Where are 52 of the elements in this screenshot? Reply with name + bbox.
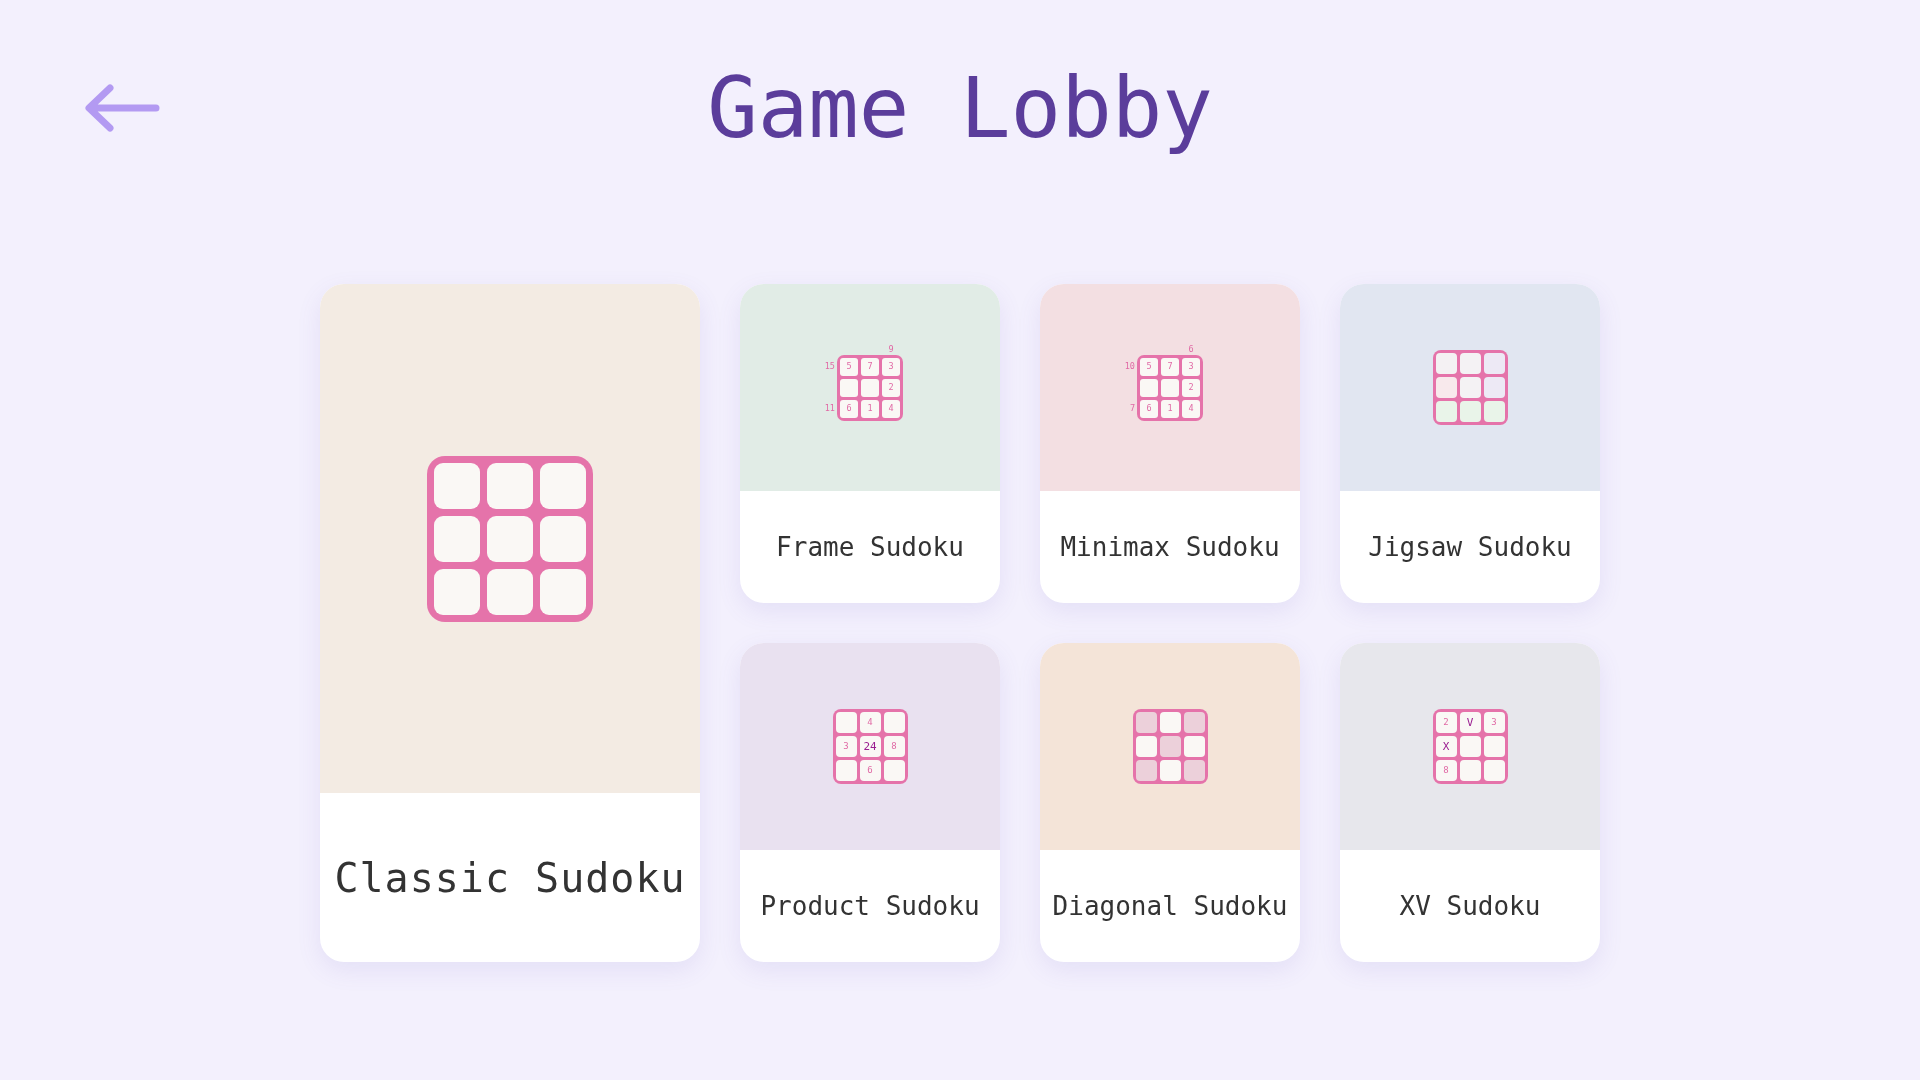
grid-cell: 3: [882, 357, 900, 376]
grid-cell: [883, 712, 905, 733]
grid-cell: 2: [1182, 378, 1200, 397]
grid-cell: 4: [859, 712, 881, 733]
grid-cell: 8: [1435, 760, 1457, 781]
page-title: Game Lobby: [707, 60, 1213, 156]
grid-cell: 3: [1182, 357, 1200, 376]
grid-cell: [1483, 736, 1505, 757]
grid-cell: 4: [1182, 399, 1200, 418]
clue-number: 11: [824, 404, 835, 413]
sudoku-grid-icon: [427, 455, 593, 622]
clue-number: 15: [824, 362, 835, 371]
grid-cell: [835, 760, 857, 781]
grid-cell: 7: [861, 357, 879, 376]
grid-cell: 6: [1140, 399, 1158, 418]
grid-cell: [1161, 378, 1179, 397]
game-card[interactable]: 9 15 11 5 7 3 2 6 1 4 Frame Sudoku: [740, 284, 1000, 603]
grid-cell: 4: [882, 399, 900, 418]
grid-cell: [861, 378, 879, 397]
grid-cell: [883, 760, 905, 781]
game-card[interactable]: Classic Sudoku: [320, 284, 700, 962]
grid-cell: [1483, 760, 1505, 781]
game-card[interactable]: 2 V 3 X 8 XV Sudoku: [1340, 643, 1600, 962]
grid-cell: V: [1459, 712, 1481, 733]
game-card[interactable]: 6 10 7 5 7 3 2 6 1 4 Minimax Sudoku: [1040, 284, 1300, 603]
arrow-left-icon: [84, 83, 160, 133]
game-card[interactable]: Jigsaw Sudoku: [1340, 284, 1600, 603]
grid-cell: 5: [840, 357, 858, 376]
grid-cell: 7: [1161, 357, 1179, 376]
grid-cell: [835, 712, 857, 733]
grid-cell: [1459, 760, 1481, 781]
grid-cell: 6: [840, 399, 858, 418]
grid-cell: 6: [859, 760, 881, 781]
grid-cell: X: [1435, 736, 1457, 757]
game-card[interactable]: 4 3 24 8 6 Product Sudoku: [740, 643, 1000, 962]
grid-cell: 1: [861, 399, 879, 418]
clue-number: 6: [1188, 345, 1194, 354]
grid-cell: 24: [859, 736, 881, 757]
clue-number: 9: [888, 345, 894, 354]
clue-number: 7: [1129, 404, 1135, 413]
grid-cell: 2: [882, 378, 900, 397]
grid-cell: 3: [835, 736, 857, 757]
grid-cell: 3: [1483, 712, 1505, 733]
clue-number: 10: [1124, 362, 1135, 371]
grid-cell: 1: [1161, 399, 1179, 418]
grid-cell: 5: [1140, 357, 1158, 376]
grid-cell: 2: [1435, 712, 1457, 733]
grid-cell: [840, 378, 858, 397]
grid-cell: [1140, 378, 1158, 397]
game-card[interactable]: Diagonal Sudoku: [1040, 643, 1300, 962]
grid-cell: [1459, 736, 1481, 757]
grid-cell: 8: [883, 736, 905, 757]
